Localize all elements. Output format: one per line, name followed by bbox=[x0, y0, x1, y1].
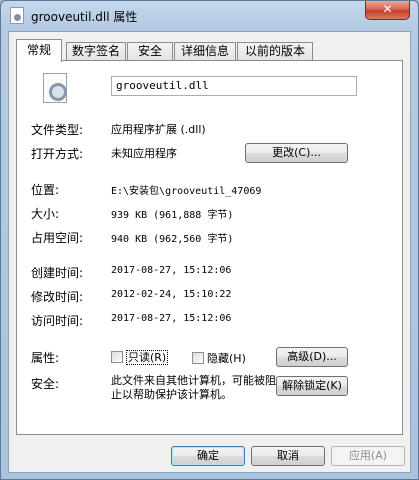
ok-button[interactable]: 确定 bbox=[171, 446, 245, 466]
tab-general[interactable]: 常规 bbox=[16, 39, 62, 62]
modified-value: 2012-02-24, 15:10:22 bbox=[111, 289, 232, 300]
cancel-button[interactable]: 取消 bbox=[251, 446, 325, 466]
location-value: E:\安装包\grooveutil_47069 bbox=[111, 186, 262, 197]
title-bar[interactable]: grooveutil.dll 属性 ✕ bbox=[1, 1, 418, 31]
size-value: 939 KB (961,888 字节) bbox=[111, 210, 234, 221]
general-panel: grooveutil.dll 文件类型: 应用程序扩展 (.dll) 打开方式:… bbox=[16, 60, 403, 435]
dll-file-icon bbox=[10, 7, 24, 24]
dialog-client: 常规 数字签名 安全 详细信息 以前的版本 grooveutil.dll 文件类… bbox=[8, 31, 411, 473]
location-label: 位置: bbox=[31, 183, 60, 197]
dll-file-icon bbox=[43, 73, 67, 103]
modified-label: 修改时间: bbox=[31, 290, 84, 304]
attributes-label: 属性: bbox=[31, 351, 60, 365]
security-note: 此文件来自其他计算机，可能被阻止以帮助保护该计算机。 bbox=[111, 374, 276, 401]
unblock-button[interactable]: 解除锁定(K) bbox=[276, 376, 348, 396]
separator bbox=[31, 111, 357, 112]
close-button[interactable]: ✕ bbox=[365, 1, 410, 20]
file-type-value: 应用程序扩展 (.dll) bbox=[111, 123, 206, 136]
accessed-value: 2017-08-27, 15:12:06 bbox=[111, 313, 232, 324]
size-on-disk-value: 940 KB (962,560 字节) bbox=[111, 234, 234, 245]
readonly-label: 只读(R) bbox=[126, 350, 169, 365]
tab-details[interactable]: 详细信息 bbox=[174, 42, 236, 61]
security-label: 安全: bbox=[31, 377, 60, 391]
readonly-checkbox[interactable]: 只读(R) bbox=[111, 350, 169, 365]
advanced-button[interactable]: 高级(D)... bbox=[276, 347, 348, 367]
window-title: grooveutil.dll 属性 bbox=[31, 10, 138, 24]
size-label: 大小: bbox=[31, 207, 60, 221]
tab-previous-versions[interactable]: 以前的版本 bbox=[237, 42, 313, 61]
separator bbox=[31, 254, 357, 255]
change-button[interactable]: 更改(C)... bbox=[245, 143, 348, 163]
created-value: 2017-08-27, 15:12:06 bbox=[111, 265, 232, 276]
hidden-label: 隐藏(H) bbox=[207, 352, 246, 365]
properties-window: grooveutil.dll 属性 ✕ 常规 数字签名 安全 详细信息 以前的版… bbox=[0, 0, 419, 480]
separator bbox=[31, 337, 357, 338]
file-type-label: 文件类型: bbox=[31, 123, 84, 137]
opens-with-value: 未知应用程序 bbox=[111, 147, 177, 160]
hidden-checkbox[interactable]: 隐藏(H) bbox=[192, 350, 246, 366]
opens-with-label: 打开方式: bbox=[31, 147, 84, 161]
tab-digital-signatures[interactable]: 数字签名 bbox=[66, 42, 126, 61]
tab-security[interactable]: 安全 bbox=[127, 42, 173, 61]
separator bbox=[31, 172, 357, 173]
size-on-disk-label: 占用空间: bbox=[31, 231, 84, 245]
created-label: 创建时间: bbox=[31, 266, 84, 280]
file-name-input[interactable]: grooveutil.dll bbox=[111, 76, 357, 96]
apply-button[interactable]: 应用(A) bbox=[331, 446, 405, 466]
checkbox-box[interactable] bbox=[111, 351, 123, 363]
checkbox-box[interactable] bbox=[192, 352, 204, 364]
accessed-label: 访问时间: bbox=[31, 314, 84, 328]
